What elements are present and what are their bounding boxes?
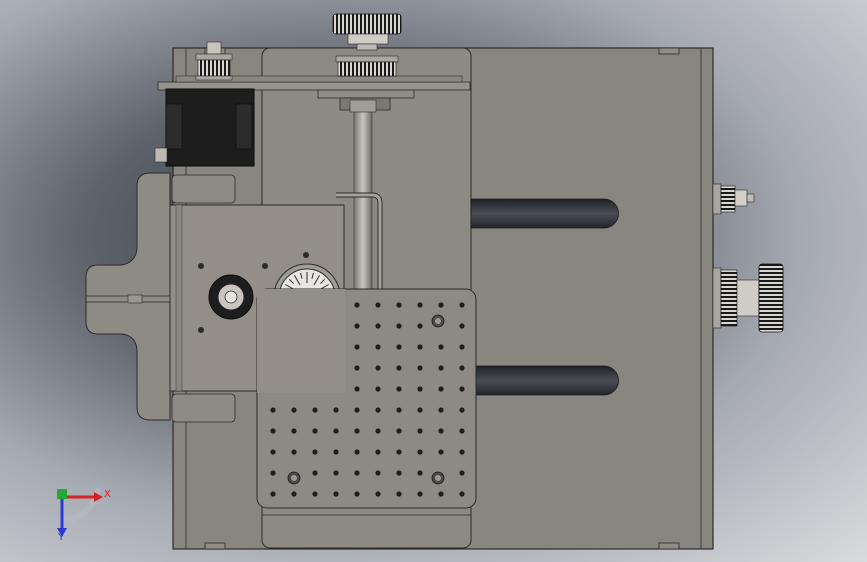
platform-hole bbox=[438, 491, 444, 497]
guide-slot-upper bbox=[470, 198, 619, 229]
platform-hole bbox=[396, 449, 402, 455]
platform-hole bbox=[312, 407, 318, 413]
platform-hole bbox=[396, 407, 402, 413]
platform-hole bbox=[438, 302, 444, 308]
platform-hole bbox=[438, 428, 444, 434]
platform-hole bbox=[438, 344, 444, 350]
platform-hole bbox=[333, 449, 339, 455]
platform-hole bbox=[291, 449, 297, 455]
platform-hole bbox=[375, 428, 381, 434]
platform-hole bbox=[333, 407, 339, 413]
platform-hole bbox=[459, 386, 465, 392]
platform-hole bbox=[354, 470, 360, 476]
platform-hole bbox=[396, 470, 402, 476]
platform-hole bbox=[459, 407, 465, 413]
lead-screw-rod[interactable] bbox=[349, 99, 377, 301]
platform-hole bbox=[270, 470, 276, 476]
platform-hole bbox=[354, 386, 360, 392]
platform-hole bbox=[438, 407, 444, 413]
platform-hole bbox=[354, 428, 360, 434]
platform-hole bbox=[375, 449, 381, 455]
platform-hole bbox=[417, 386, 423, 392]
platform-hole bbox=[354, 407, 360, 413]
platform-hole bbox=[417, 449, 423, 455]
z-axis-dot bbox=[57, 489, 67, 499]
platform-hole bbox=[333, 491, 339, 497]
platform-hole bbox=[459, 449, 465, 455]
stepper-motor-icon[interactable] bbox=[154, 88, 255, 167]
platform-hole bbox=[396, 491, 402, 497]
guide-slot-lower bbox=[470, 365, 619, 396]
platform-hole bbox=[354, 344, 360, 350]
platform-hole bbox=[438, 365, 444, 371]
right-pulley-upper[interactable] bbox=[712, 183, 755, 215]
platform-hole bbox=[417, 323, 423, 329]
platform-hole bbox=[375, 302, 381, 308]
platform-hole bbox=[354, 302, 360, 308]
platform-hole bbox=[459, 470, 465, 476]
platform-hole bbox=[417, 344, 423, 350]
platform-hole bbox=[459, 365, 465, 371]
y-axis-label: Y bbox=[57, 532, 65, 543]
platform-hole bbox=[312, 449, 318, 455]
platform-hole bbox=[291, 491, 297, 497]
platform-hole bbox=[333, 428, 339, 434]
platform-hole bbox=[459, 428, 465, 434]
platform-hole bbox=[354, 449, 360, 455]
platform-hole bbox=[396, 302, 402, 308]
axis-triad: X Y bbox=[57, 487, 111, 543]
platform-hole bbox=[417, 302, 423, 308]
platform-hole bbox=[438, 449, 444, 455]
platform-hole bbox=[459, 344, 465, 350]
platform-hole bbox=[375, 470, 381, 476]
platform-hole bbox=[459, 491, 465, 497]
platform-hole bbox=[291, 428, 297, 434]
platform-hole bbox=[375, 344, 381, 350]
platform-hole bbox=[270, 491, 276, 497]
platform-hole bbox=[396, 344, 402, 350]
platform-hole bbox=[396, 323, 402, 329]
platform-hole bbox=[375, 491, 381, 497]
platform-hole bbox=[270, 449, 276, 455]
platform-hole bbox=[459, 323, 465, 329]
platform-hole bbox=[312, 470, 318, 476]
x-axis-label: X bbox=[104, 489, 111, 500]
platform-hole bbox=[270, 407, 276, 413]
right-knurled-knob[interactable] bbox=[712, 263, 784, 333]
platform-hole bbox=[375, 323, 381, 329]
perforated-platform[interactable] bbox=[256, 288, 477, 509]
knurled-knob-icon[interactable] bbox=[332, 13, 402, 77]
platform-hole bbox=[291, 407, 297, 413]
platform-hole bbox=[417, 491, 423, 497]
platform-hole bbox=[375, 407, 381, 413]
x-axis-arrow: X bbox=[62, 489, 111, 502]
cad-viewport[interactable]: X Y bbox=[0, 0, 867, 562]
platform-hole bbox=[354, 491, 360, 497]
platform-hole bbox=[375, 386, 381, 392]
platform-hole bbox=[417, 470, 423, 476]
platform-hole bbox=[270, 428, 276, 434]
platform-hole bbox=[333, 470, 339, 476]
platform-hole bbox=[438, 386, 444, 392]
platform-hole bbox=[396, 386, 402, 392]
platform-hole bbox=[354, 365, 360, 371]
platform-hole bbox=[375, 365, 381, 371]
platform-hole bbox=[417, 428, 423, 434]
platform-hole bbox=[417, 407, 423, 413]
platform-hole bbox=[312, 491, 318, 497]
platform-hole bbox=[417, 365, 423, 371]
platform-hole bbox=[396, 428, 402, 434]
platform-hole bbox=[459, 302, 465, 308]
platform-hole bbox=[396, 365, 402, 371]
platform-hole bbox=[354, 323, 360, 329]
platform-hole bbox=[312, 428, 318, 434]
